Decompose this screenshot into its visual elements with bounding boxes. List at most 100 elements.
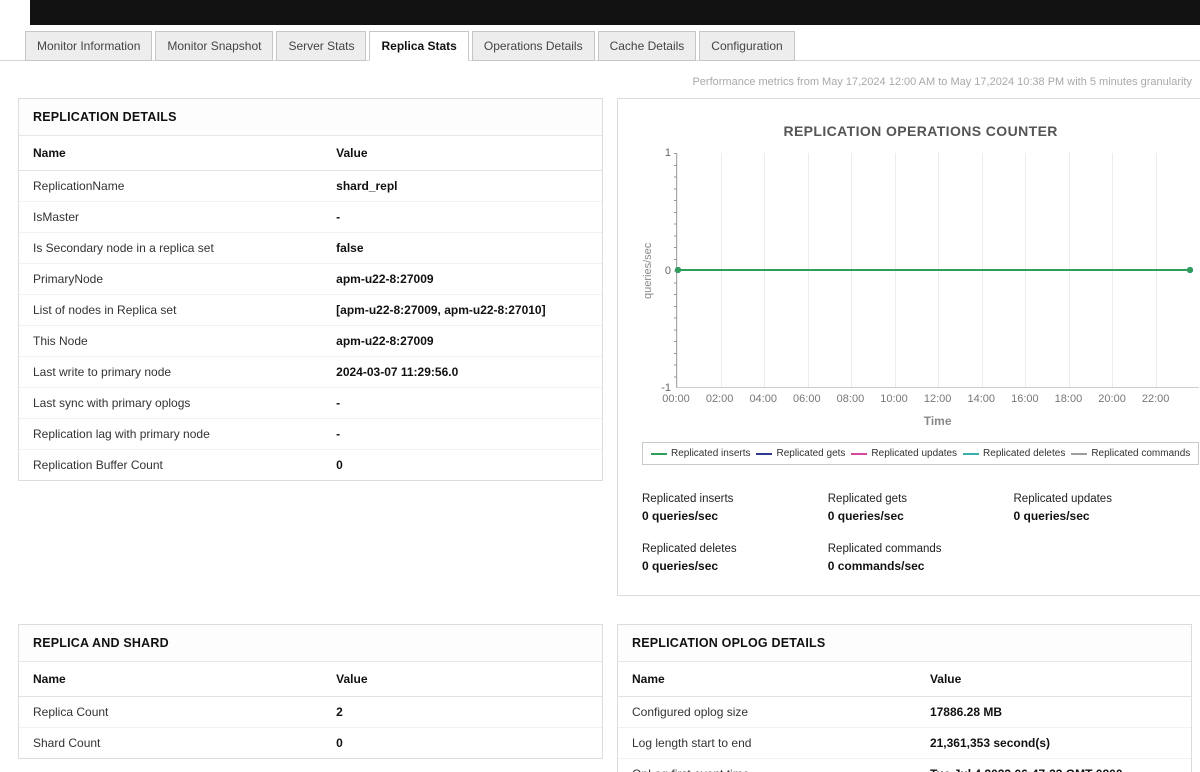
stat-value: 0 commands/sec <box>828 559 1014 573</box>
legend-label: Replicated commands <box>1091 448 1190 459</box>
row-value: 17886.28 MB <box>916 697 1191 728</box>
row-value: Tue Jul 4 2023 06:47:23 GMT-0800 <box>916 759 1191 772</box>
row-value: 21,361,353 second(s) <box>916 728 1191 759</box>
stat-value: 0 queries/sec <box>642 509 828 523</box>
row-value: 2024-03-07 11:29:56.0 <box>322 357 602 388</box>
row-name: Replication lag with primary node <box>19 419 322 450</box>
tab-label: Replica Stats <box>381 39 456 53</box>
chart-x-labels: 00:0002:0004:0006:0008:0010:0012:0014:00… <box>676 393 1199 407</box>
y-tick-label: 1 <box>665 147 671 159</box>
legend-line-swatch <box>851 453 867 455</box>
stat-label: Replicated updates <box>1014 493 1200 505</box>
stat-item: Replicated gets 0 queries/sec <box>828 493 1014 523</box>
row-value: apm-u22-8:27009 <box>322 326 602 357</box>
main-content: REPLICATION DETAILS Name Value Replicati… <box>0 98 1200 772</box>
tab-label: Configuration <box>711 39 782 53</box>
row-value: shard_repl <box>322 171 602 202</box>
table-row: This Node apm-u22-8:27009 <box>19 326 602 357</box>
tab[interactable]: Cache Details <box>598 31 697 61</box>
column-header-name: Name <box>618 662 916 697</box>
x-axis-title: Time <box>676 414 1199 428</box>
x-tick-label: 18:00 <box>1055 393 1083 405</box>
row-name: Configured oplog size <box>618 697 916 728</box>
legend-line-swatch <box>963 453 979 455</box>
legend-label: Replicated deletes <box>983 448 1065 459</box>
chart-container: REPLICATION OPERATIONS COUNTER queries/s… <box>618 99 1200 595</box>
panel-title: REPLICATION DETAILS <box>19 99 602 136</box>
row-name: Last sync with primary oplogs <box>19 388 322 419</box>
row-name: Is Secondary node in a replica set <box>19 233 322 264</box>
tab[interactable]: Replica Stats <box>369 31 468 61</box>
row-name: Last write to primary node <box>19 357 322 388</box>
table-row: Replica Count 2 <box>19 697 602 728</box>
row-name: OpLog first event time <box>618 759 916 772</box>
tab[interactable]: Server Stats <box>276 31 366 61</box>
tab[interactable]: Configuration <box>699 31 794 61</box>
stat-item: Replicated commands 0 commands/sec <box>828 543 1014 573</box>
series-line <box>677 269 1191 271</box>
row-name: List of nodes in Replica set <box>19 295 322 326</box>
table-row: Log length start to end 21,361,353 secon… <box>618 728 1191 759</box>
table-row: PrimaryNode apm-u22-8:27009 <box>19 264 602 295</box>
stat-label: Replicated deletes <box>642 543 828 555</box>
x-tick-label: 08:00 <box>837 393 865 405</box>
replica-and-shard-panel: REPLICA AND SHARD Name Value Replica Cou… <box>18 624 603 759</box>
row-value: false <box>322 233 602 264</box>
chart-title: REPLICATION OPERATIONS COUNTER <box>642 123 1199 139</box>
legend-item: Replicated commands <box>1071 448 1190 459</box>
replication-oplog-panel: REPLICATION OPLOG DETAILS Name Value Con… <box>617 624 1192 772</box>
oplog-details-table: Name Value Configured oplog size 17886.2… <box>618 662 1191 772</box>
tab[interactable]: Monitor Information <box>25 31 152 61</box>
replication-operations-panel: REPLICATION OPERATIONS COUNTER queries/s… <box>617 98 1200 596</box>
tab-label: Monitor Information <box>37 39 140 53</box>
row-name: IsMaster <box>19 202 322 233</box>
row-value: 0 <box>322 728 602 759</box>
x-tick-label: 02:00 <box>706 393 734 405</box>
row-name: Replica Count <box>19 697 322 728</box>
tab[interactable]: Operations Details <box>472 31 595 61</box>
stat-label: Replicated gets <box>828 493 1014 505</box>
chart-legend: Replicated inserts Replicated gets Repli… <box>642 442 1199 465</box>
table-row: OpLog first event time Tue Jul 4 2023 06… <box>618 759 1191 772</box>
legend-item: Replicated updates <box>851 448 957 459</box>
row-name: Shard Count <box>19 728 322 759</box>
row-value: [apm-u22-8:27009, apm-u22-8:27010] <box>322 295 602 326</box>
legend-label: Replicated gets <box>776 448 845 459</box>
table-row: Is Secondary node in a replica set false <box>19 233 602 264</box>
y-tick-label: 0 <box>665 265 671 277</box>
legend-label: Replicated updates <box>871 448 957 459</box>
table-row: Last write to primary node 2024-03-07 11… <box>19 357 602 388</box>
row-value: apm-u22-8:27009 <box>322 264 602 295</box>
stat-value: 0 queries/sec <box>828 509 1014 523</box>
replication-details-table: Name Value ReplicationName shard_repl Is… <box>19 136 602 480</box>
tab-label: Operations Details <box>484 39 583 53</box>
stat-item: Replicated deletes 0 queries/sec <box>642 543 828 573</box>
x-tick-label: 00:00 <box>662 393 690 405</box>
x-tick-label: 16:00 <box>1011 393 1039 405</box>
stat-item: Replicated inserts 0 queries/sec <box>642 493 828 523</box>
tab-label: Server Stats <box>288 39 354 53</box>
chart-stats-grid: Replicated inserts 0 queries/sec Replica… <box>642 493 1199 573</box>
column-header-value: Value <box>322 136 602 171</box>
legend-item: Replicated gets <box>756 448 845 459</box>
legend-item: Replicated inserts <box>651 448 750 459</box>
column-header-value: Value <box>916 662 1191 697</box>
chart-body: queries/sec 10-1 00:0002:0004:0006:0008:… <box>642 153 1199 428</box>
row-name: This Node <box>19 326 322 357</box>
stat-value: 0 queries/sec <box>1014 509 1200 523</box>
column-header-name: Name <box>19 662 322 697</box>
table-row: Replication Buffer Count 0 <box>19 450 602 481</box>
legend-line-swatch <box>1071 453 1087 455</box>
row-value: - <box>322 388 602 419</box>
performance-metrics-note: Performance metrics from May 17,2024 12:… <box>0 61 1200 98</box>
legend-item: Replicated deletes <box>963 448 1065 459</box>
row-value: - <box>322 202 602 233</box>
panel-title: REPLICATION OPLOG DETAILS <box>618 625 1191 662</box>
stat-label: Replicated commands <box>828 543 1014 555</box>
x-tick-label: 04:00 <box>749 393 777 405</box>
replica-and-shard-table: Name Value Replica Count 2 Shard Count <box>19 662 602 758</box>
row-name: Log length start to end <box>618 728 916 759</box>
row-value: - <box>322 419 602 450</box>
row-name: Replication Buffer Count <box>19 450 322 481</box>
tab[interactable]: Monitor Snapshot <box>155 31 273 61</box>
